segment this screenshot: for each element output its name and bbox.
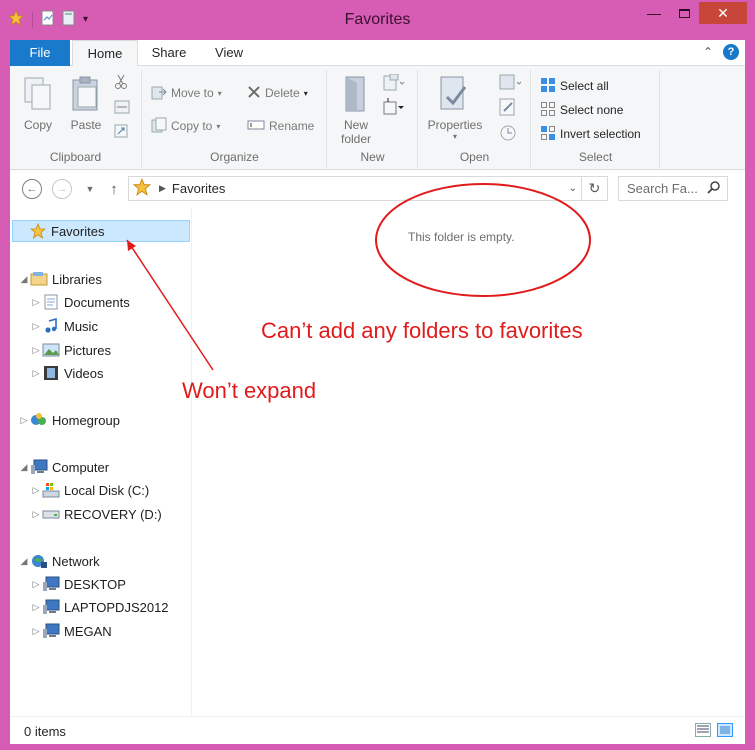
annotation-circle: [375, 183, 591, 297]
annotation-arrowhead: [127, 240, 136, 251]
status-bar: 0 items: [10, 716, 745, 744]
view-switcher: [695, 723, 733, 737]
explorer-window: ▾ Favorites — ✕ File Home Share View ⌃ ?: [0, 0, 755, 750]
item-count: 0 items: [24, 724, 66, 739]
annotation-wont-expand: Won’t expand: [182, 378, 317, 403]
large-icons-view-icon[interactable]: [717, 723, 733, 737]
details-view-icon[interactable]: [695, 723, 711, 737]
annotation-overlay: [126, 183, 591, 371]
annotation-arrow-line: [126, 239, 214, 371]
annotation-cant-add: Can’t add any folders to favorites: [261, 318, 583, 343]
